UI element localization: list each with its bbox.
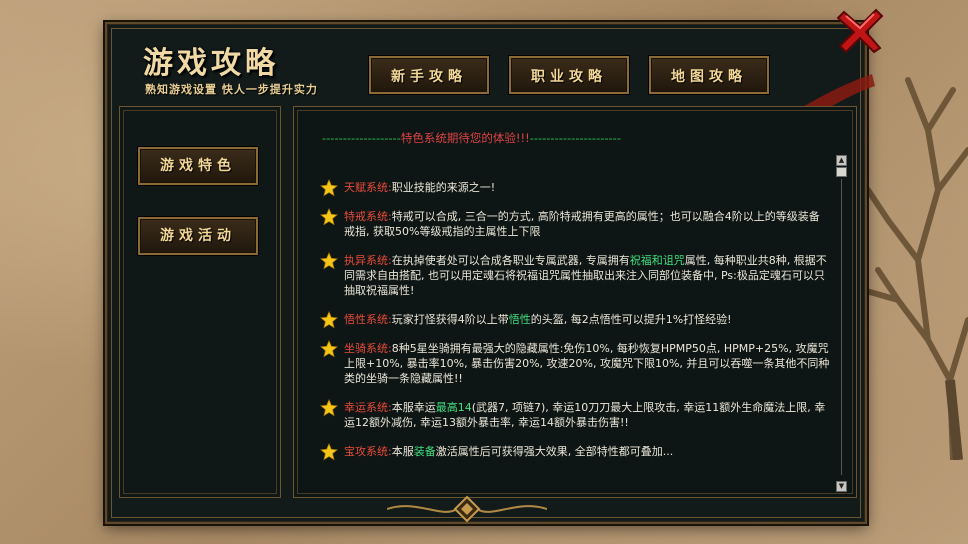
entry-name: 坐骑系统 (344, 342, 388, 355)
close-icon[interactable] (836, 6, 884, 54)
feature-entry: 悟性系统:玩家打怪获得4阶以上带悟性的头盔, 每2点悟性可以提升1%打怪经验! (320, 311, 830, 329)
entry-text: 在执掉使者处可以合成各职业专属武器, 专属拥有 (391, 254, 630, 267)
entry-text: 本服 (391, 445, 414, 458)
entry-text: 8种5星坐骑拥有最强大的隐藏属性:免伤10%, 每秒恢复HPMP50点, HPM… (344, 342, 830, 385)
side-menu: 游戏特色 游戏活动 (119, 106, 281, 498)
content-scrollbar[interactable]: ▲ ▼ (836, 155, 848, 497)
side-tab-game-events[interactable]: 游戏活动 (138, 217, 258, 255)
bottom-ornament (387, 495, 547, 523)
gold-star-icon (320, 443, 338, 461)
entry-text: 本服幸运 (391, 401, 436, 414)
entry-highlight: 祝福和诅咒 (629, 254, 685, 267)
gold-star-icon (320, 252, 338, 270)
entry-name: 执异系统 (344, 254, 388, 267)
gold-star-icon (320, 399, 338, 417)
gold-star-icon (320, 340, 338, 358)
gold-star-icon (320, 311, 338, 329)
feature-entry: 幸运系统:本服幸运最高14(武器7, 项链7), 幸运10刀刀最大上限攻击, 幸… (320, 399, 830, 430)
feature-entry: 宝攻系统:本服装备激活属性后可获得强大效果, 全部特性都可叠加... (320, 443, 830, 461)
banner-text: 特色系统期待您的体验!!! (400, 131, 530, 145)
scroll-track[interactable] (841, 179, 842, 475)
scroll-up-button[interactable]: ▲ (836, 155, 847, 166)
feature-entry: 特戒系统:特戒可以合成, 三合一的方式, 高阶特戒拥有更高的属性；也可以融合4阶… (320, 208, 830, 239)
window-subtitle: 熟知游戏设置 快人一步提升实力 (145, 83, 318, 96)
entry-name: 幸运系统 (344, 401, 388, 414)
side-tab-game-features[interactable]: 游戏特色 (138, 147, 258, 185)
strategy-guide-window: 游戏攻略 熟知游戏设置 快人一步提升实力 新手攻略 职业攻略 地图攻略 游戏特色… (105, 22, 875, 524)
gold-star-icon (320, 208, 338, 226)
entry-text: 的头盔, 每2点悟性可以提升1%打怪经验! (530, 313, 732, 326)
entry-text: 职业技能的来源之一! (391, 181, 496, 194)
feature-entry: 执异系统:在执掉使者处可以合成各职业专属武器, 专属拥有祝福和诅咒属性, 每种职… (320, 252, 830, 298)
entry-name: 特戒系统 (344, 210, 388, 223)
entry-name: 天赋系统 (344, 181, 388, 194)
scroll-down-button[interactable]: ▼ (836, 481, 847, 492)
entry-name: 悟性系统 (344, 313, 388, 326)
entry-text: 玩家打怪获得4阶以上带 (391, 313, 509, 326)
tab-map-guide[interactable]: 地图攻略 (649, 56, 769, 94)
tab-class-guide[interactable]: 职业攻略 (509, 56, 629, 94)
gold-star-icon (320, 179, 338, 197)
window-title: 游戏攻略 (143, 46, 279, 81)
content-banner: -------------------特色系统期待您的体验!!!--------… (322, 131, 830, 146)
entry-name: 宝攻系统 (344, 445, 388, 458)
entry-highlight: 悟性 (508, 313, 531, 326)
feature-entry: 坐骑系统:8种5星坐骑拥有最强大的隐藏属性:免伤10%, 每秒恢复HPMP50点… (320, 340, 830, 386)
content-panel: -------------------特色系统期待您的体验!!!--------… (293, 106, 857, 498)
banner-dashes-left: ------------------- (322, 131, 401, 145)
entry-text: 激活属性后可获得强大效果, 全部特性都可叠加... (435, 445, 674, 458)
content-scroll-area[interactable]: -------------------特色系统期待您的体验!!!--------… (320, 131, 830, 477)
entry-text: 特戒可以合成, 三合一的方式, 高阶特戒拥有更高的属性；也可以融合4阶以上的等级… (344, 210, 820, 238)
feature-entry: 天赋系统:职业技能的来源之一! (320, 179, 830, 197)
scroll-thumb[interactable] (836, 167, 847, 177)
entry-highlight: 最高14 (435, 401, 472, 414)
entry-highlight: 装备 (413, 445, 436, 458)
tab-newbie-guide[interactable]: 新手攻略 (369, 56, 489, 94)
banner-dashes-right: ---------------------- (529, 131, 621, 145)
